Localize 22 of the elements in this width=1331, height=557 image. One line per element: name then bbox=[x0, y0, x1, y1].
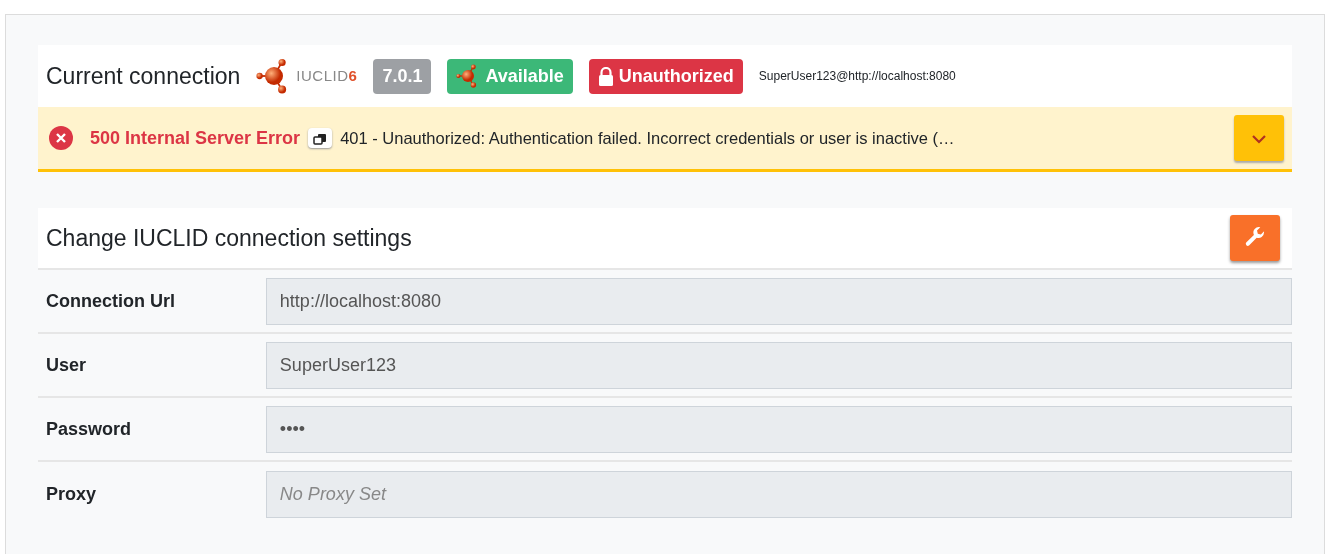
field-label: Connection Url bbox=[45, 289, 176, 313]
input-field[interactable]: •••• bbox=[265, 405, 1292, 453]
field-label: Proxy bbox=[45, 482, 98, 506]
input-field[interactable]: SuperUser123 bbox=[265, 341, 1292, 389]
copy-button[interactable] bbox=[308, 128, 333, 148]
copy-icon bbox=[313, 132, 328, 145]
logo-text: IUCLID6 bbox=[296, 65, 358, 86]
error-status: 500 Internal Server Error bbox=[90, 126, 301, 150]
field-label: User bbox=[45, 353, 88, 377]
status-badge: 7.0.1 bbox=[373, 58, 432, 94]
connection-address: SuperUser123@http://localhost:8080 bbox=[758, 68, 956, 85]
input-field[interactable]: http://localhost:8080 bbox=[265, 277, 1292, 325]
field-label: Password bbox=[45, 417, 133, 441]
lock-icon bbox=[597, 66, 614, 86]
error-icon bbox=[48, 125, 74, 151]
status-badge: Available bbox=[447, 58, 573, 94]
error-message: 401 - Unauthorized: Authentication failed. Incorrect credentials or user is inactive (… bbox=[340, 127, 956, 149]
settings-button[interactable] bbox=[1230, 215, 1280, 261]
input-field[interactable]: No Proxy Set bbox=[265, 470, 1292, 518]
section-title: Change IUCLID connection settings bbox=[46, 223, 412, 253]
status-badge: Unauthorized bbox=[588, 58, 743, 94]
section-title: Current connection bbox=[46, 61, 241, 91]
